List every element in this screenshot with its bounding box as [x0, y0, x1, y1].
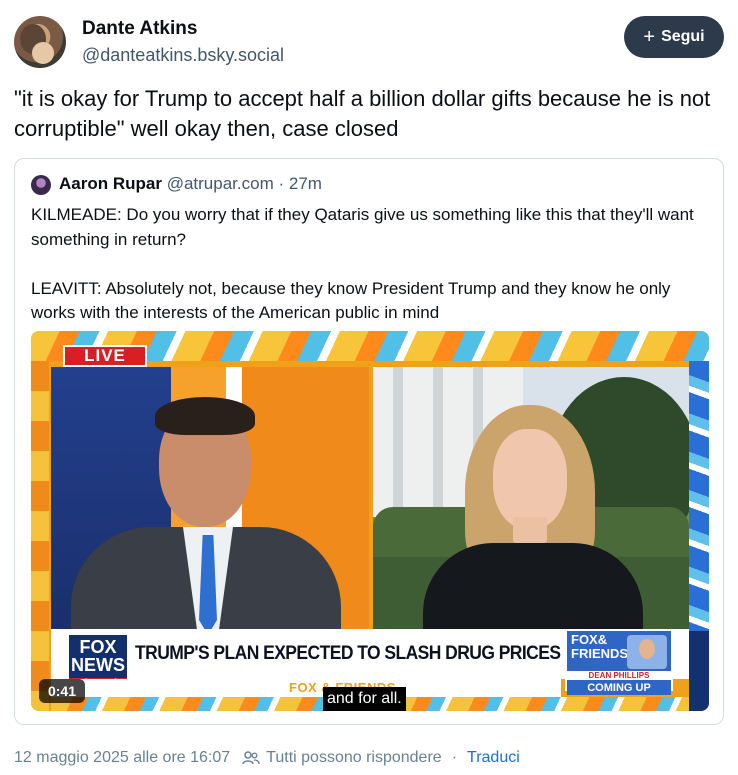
video-graphic-stripe-left [31, 361, 49, 711]
quoted-author-name[interactable]: Aaron Rupar [59, 174, 162, 193]
people-icon [242, 750, 260, 766]
post-text: "it is okay for Trump to accept half a b… [14, 86, 711, 141]
video-graphic-stripe-right [689, 361, 709, 631]
ff-logo-top: FOX& [571, 632, 608, 647]
quoted-post-text: KILMEADE: Do you worry that if they Qata… [31, 205, 694, 322]
quoted-author-handle[interactable]: @atrupar.com [167, 174, 274, 193]
quoted-post-time[interactable]: 27m [289, 174, 322, 193]
quoted-post[interactable]: Aaron Rupar @atrupar.com · 27m KILMEADE:… [14, 158, 724, 725]
coming-up-label: COMING UP [567, 681, 671, 695]
video-headline: TRUMP'S PLAN EXPECTED TO SLASH DRUG PRIC… [135, 643, 622, 664]
ff-logo-bottom: FRIENDS [571, 646, 629, 661]
author-handle[interactable]: @danteatkins.bsky.social [82, 45, 284, 66]
video-player[interactable]: LIVE FOX NEWS channel TRUMP'S PLAN EXPEC… [31, 331, 709, 711]
fox-logo-bottom: NEWS [71, 655, 125, 675]
follow-button-label: Segui [661, 28, 705, 45]
quoted-post-header: Aaron Rupar @atrupar.com · 27m [59, 174, 322, 194]
fox-logo-top: FOX [79, 637, 117, 657]
video-frame-right-guest [373, 367, 689, 629]
guest-thumbnail [627, 635, 667, 669]
follow-button[interactable]: + Segui [624, 16, 724, 58]
reply-setting: Tutti possono rispondere [266, 749, 442, 766]
post: Dante Atkins @danteatkins.bsky.social + … [0, 0, 738, 775]
author-name[interactable]: Dante Atkins [82, 18, 197, 40]
video-graphic-corner [689, 631, 709, 711]
quoted-header-separator: · [278, 174, 285, 193]
post-footer: 12 maggio 2025 alle ore 16:07 Tutti poss… [14, 746, 724, 770]
plus-icon: + [643, 26, 656, 48]
live-badge: LIVE [63, 345, 147, 367]
video-frame-left-host [51, 367, 369, 629]
author-avatar[interactable] [14, 16, 66, 68]
video-caption: and for all. [323, 687, 406, 711]
translate-link[interactable]: Traduci [467, 749, 520, 767]
post-timestamp[interactable]: 12 maggio 2025 alle ore 16:07 [14, 749, 230, 767]
quoted-author-avatar[interactable] [31, 175, 51, 195]
video-duration-badge: 0:41 [39, 679, 85, 703]
next-guest-name: DEAN PHILLIPS [567, 671, 671, 680]
footer-separator: · [451, 749, 458, 766]
